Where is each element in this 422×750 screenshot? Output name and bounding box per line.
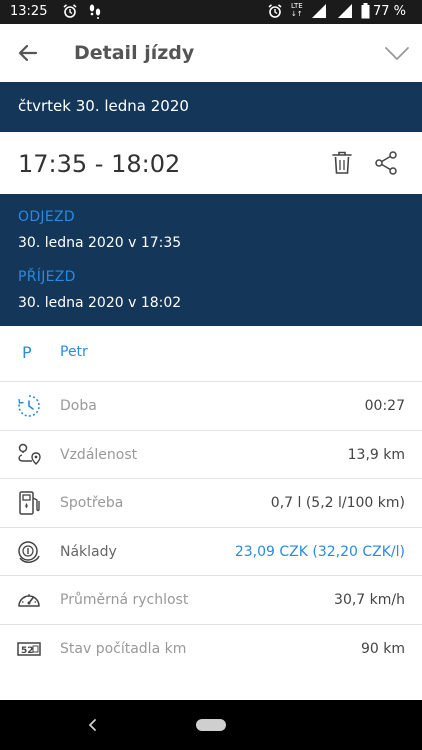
detail-value: 90 km xyxy=(360,640,405,657)
arrival-label: PŘÍJEZD xyxy=(18,269,76,285)
share-icon xyxy=(375,151,397,175)
chevron-left-icon xyxy=(88,719,96,731)
time-range-row: 17:35 - 18:02 xyxy=(0,132,422,194)
detail-row-cost: Náklady 23,09 CZK (32,20 CZK/l) xyxy=(0,527,422,576)
alarm-icon-right xyxy=(267,3,283,22)
detail-row-duration: Doba 00:27 xyxy=(0,382,422,431)
detail-row-odometer: 52 Stav počítadla km 90 km xyxy=(0,624,422,673)
coins-icon xyxy=(16,539,42,565)
detail-row-distance: Vzdálenost 13,9 km xyxy=(0,430,422,479)
timer-icon xyxy=(16,393,42,419)
driver-initial: P xyxy=(22,343,32,362)
steps-icon xyxy=(88,3,102,22)
detail-value: 00:27 xyxy=(364,398,405,414)
battery-percent: 77 % xyxy=(373,4,407,19)
app-bar: Detail jízdy xyxy=(0,24,422,82)
odometer-icon: 52 xyxy=(16,636,42,662)
route-icon xyxy=(16,442,42,468)
alarm-icon xyxy=(62,3,78,22)
page-title: Detail jízdy xyxy=(74,42,195,64)
fuel-pump-icon xyxy=(16,490,42,516)
delete-button[interactable] xyxy=(331,150,353,176)
arrow-left-icon xyxy=(18,44,38,62)
chevron-down-icon xyxy=(385,47,409,61)
trip-date: čtvrtek 30. ledna 2020 xyxy=(18,97,189,115)
system-back-button[interactable] xyxy=(86,715,100,735)
collapse-button[interactable] xyxy=(382,40,412,66)
signal-icon-2 xyxy=(337,3,353,22)
detail-value: 30,7 km/h xyxy=(334,592,405,608)
detail-row-consumption: Spotřeba 0,7 l (5,2 l/100 km) xyxy=(0,479,422,528)
share-button[interactable] xyxy=(374,150,398,176)
driver-row[interactable]: P Petr xyxy=(0,326,422,382)
content-bottom-padding xyxy=(0,671,422,700)
detail-label: Průměrná rychlost xyxy=(60,592,189,608)
trash-icon xyxy=(332,151,352,174)
detail-value: 13,9 km xyxy=(347,446,405,463)
system-home-button[interactable] xyxy=(196,719,226,731)
network-type: LTE ↓↑ xyxy=(291,2,303,18)
detail-value-cost[interactable]: 23,09 CZK (32,20 CZK/l) xyxy=(235,544,405,560)
detail-label: Náklady xyxy=(60,543,117,560)
driver-name: Petr xyxy=(60,344,88,360)
status-time: 13:25 xyxy=(10,4,48,19)
departure-label: ODJEZD xyxy=(18,209,75,225)
back-button[interactable] xyxy=(14,38,44,68)
battery-icon xyxy=(361,3,370,22)
speedometer-icon xyxy=(16,587,42,613)
detail-label: Vzdálenost xyxy=(60,446,138,463)
status-bar: 13:25 LTE ↓↑ 77 % xyxy=(0,0,422,24)
departure-value: 30. ledna 2020 v 17:35 xyxy=(18,235,182,251)
detail-label: Doba xyxy=(60,398,97,414)
detail-value: 0,7 l (5,2 l/100 km) xyxy=(270,495,405,511)
system-nav-bar xyxy=(0,700,422,750)
detail-row-avg-speed: Průměrná rychlost 30,7 km/h xyxy=(0,576,422,625)
svg-text:52: 52 xyxy=(21,646,34,656)
trip-times-band: ODJEZD 30. ledna 2020 v 17:35 PŘÍJEZD 30… xyxy=(0,194,422,326)
detail-label: Stav počítadla km xyxy=(60,640,187,657)
signal-icon xyxy=(311,3,327,22)
date-heading-band: čtvrtek 30. ledna 2020 xyxy=(0,82,422,132)
detail-label: Spotřeba xyxy=(60,495,124,511)
time-range: 17:35 - 18:02 xyxy=(18,150,181,178)
arrival-value: 30. ledna 2020 v 18:02 xyxy=(18,295,182,311)
